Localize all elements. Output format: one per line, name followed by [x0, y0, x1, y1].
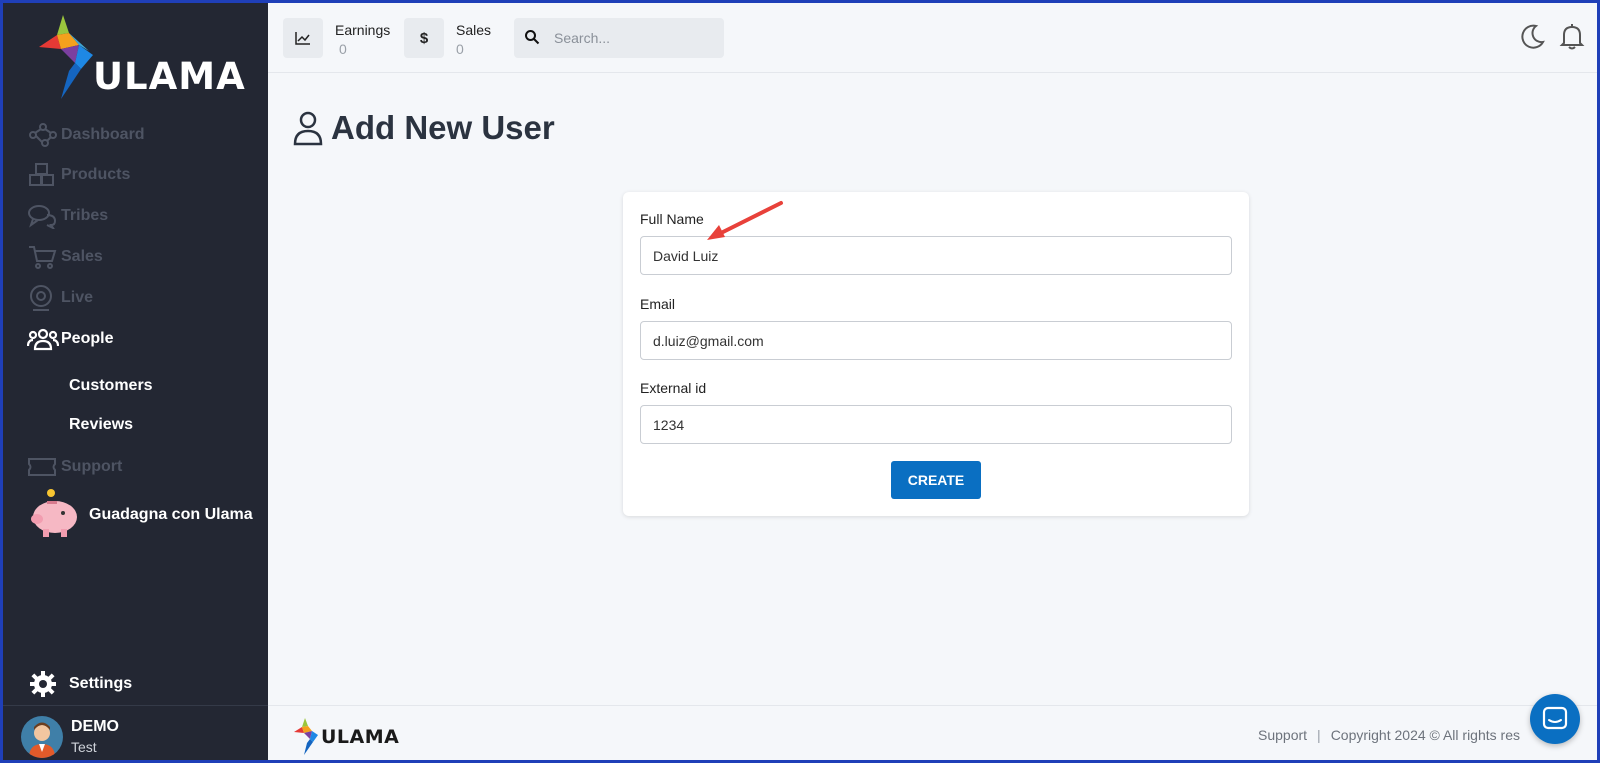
settings-label: Settings	[69, 675, 133, 692]
email-field[interactable]	[640, 321, 1232, 360]
chat-icon	[1542, 706, 1568, 732]
page-title: Add New User	[293, 109, 555, 147]
sales-label: Sales	[456, 22, 492, 38]
promo-label: Guadagna con Ulama	[89, 506, 253, 523]
promo-earn-with-ulama[interactable]: Guadagna con Ulama	[29, 487, 253, 543]
logo-text: ULAMA	[93, 55, 246, 98]
app-window: ULAMA Dashboard Products Tribes Sales Li…	[0, 0, 1600, 763]
people-icon	[27, 324, 61, 354]
footer-logo-text: ULAMA	[321, 726, 400, 748]
footer-support-link[interactable]: Support	[1258, 727, 1307, 743]
email-label: Email	[640, 296, 676, 312]
create-button[interactable]: CREATE	[891, 461, 981, 499]
notification-bell-icon[interactable]	[1559, 23, 1585, 56]
gear-icon	[29, 670, 69, 698]
chat-bubbles-icon	[27, 201, 61, 231]
piggy-bank-icon	[29, 487, 87, 543]
ticket-icon	[27, 452, 61, 482]
sidebar-item-label: Live	[61, 289, 94, 306]
trend-chart-icon	[283, 18, 323, 58]
sidebar-item-label: Sales	[61, 248, 103, 265]
topbar: Earnings 0 $ Sales 0	[268, 3, 1597, 73]
sidebar-item-people[interactable]: People	[27, 324, 113, 354]
sidebar: ULAMA Dashboard Products Tribes Sales Li…	[3, 3, 268, 760]
sidebar-item-tribes[interactable]: Tribes	[27, 201, 108, 231]
footer-bird-logo-icon	[294, 718, 318, 755]
footer-separator: |	[1317, 727, 1321, 743]
sidebar-item-dashboard[interactable]: Dashboard	[27, 120, 145, 150]
boxes-icon	[27, 160, 61, 190]
ulama-logo[interactable]: ULAMA	[35, 11, 245, 103]
sidebar-item-label: Dashboard	[61, 126, 145, 143]
footer-copyright: Copyright 2024 © All rights res	[1330, 727, 1520, 743]
sidebar-item-live[interactable]: Live	[27, 283, 93, 313]
footer-links: Support | Copyright 2024 © All rights res	[1258, 727, 1520, 743]
sidebar-item-label: Products	[61, 166, 131, 183]
earnings-label: Earnings	[335, 22, 391, 38]
sidebar-item-label: People	[61, 330, 114, 347]
sidebar-item-label: Support	[61, 458, 123, 475]
dark-mode-moon-icon[interactable]	[1519, 23, 1545, 56]
cart-icon	[27, 242, 61, 272]
external-id-label: External id	[640, 380, 707, 396]
annotation-arrow-icon	[707, 201, 783, 240]
user-profile[interactable]: DEMO Test	[3, 705, 268, 760]
sales-value: 0	[456, 41, 464, 57]
search-input[interactable]	[554, 26, 714, 50]
sidebar-subitem-customers[interactable]: Customers	[69, 374, 153, 398]
user-name: DEMO	[71, 718, 119, 735]
sidebar-item-label: Tribes	[61, 207, 109, 224]
sidebar-subitem-reviews[interactable]: Reviews	[69, 413, 133, 437]
dollar-icon: $	[404, 18, 444, 58]
search-box[interactable]	[514, 18, 724, 58]
external-id-field[interactable]	[640, 405, 1232, 444]
footer: ULAMA Support | Copyright 2024 © All right…	[268, 705, 1597, 760]
chat-launcher-button[interactable]	[1530, 694, 1580, 744]
sidebar-item-products[interactable]: Products	[27, 160, 130, 190]
network-icon	[27, 120, 61, 150]
search-icon	[524, 29, 540, 50]
sidebar-item-sales[interactable]: Sales	[27, 242, 103, 272]
user-subtitle: Test	[71, 739, 97, 755]
page-title-text: Add New User	[331, 109, 555, 146]
sidebar-item-settings[interactable]: Settings	[29, 670, 132, 698]
webcam-icon	[27, 283, 61, 313]
sidebar-item-support[interactable]: Support	[27, 452, 122, 482]
avatar	[21, 716, 63, 758]
full-name-label: Full Name	[640, 211, 704, 227]
earnings-value: 0	[339, 41, 347, 57]
user-outline-icon	[293, 110, 323, 146]
